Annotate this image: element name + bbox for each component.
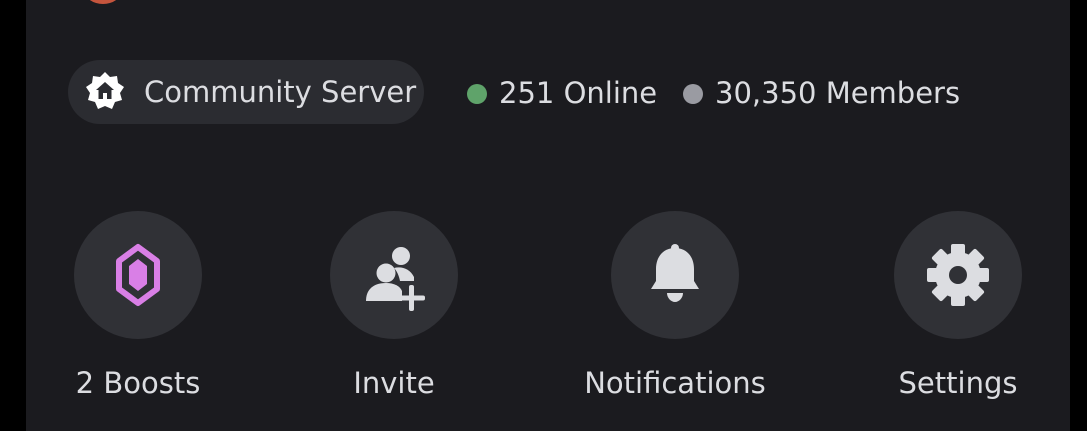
- community-server-label: Community Server: [144, 75, 417, 109]
- community-home-icon: [86, 72, 124, 109]
- community-server-badge[interactable]: Community Server: [68, 60, 424, 124]
- boost-gem-icon: [116, 244, 160, 306]
- invite-label: Invite: [353, 366, 435, 400]
- notifications-button[interactable]: [611, 211, 739, 339]
- add-member-icon: [366, 247, 425, 311]
- member-count: 30,350 Members: [715, 76, 961, 110]
- invite-button[interactable]: [330, 211, 458, 339]
- settings-button[interactable]: [894, 211, 1022, 339]
- boosts-button[interactable]: [74, 211, 202, 339]
- members-status-dot: [683, 84, 703, 104]
- online-count: 251 Online: [499, 76, 658, 110]
- settings-label: Settings: [898, 366, 1018, 400]
- online-status-dot: [467, 84, 487, 104]
- gear-icon: [927, 244, 989, 306]
- boosts-label: 2 Boosts: [75, 366, 201, 400]
- notifications-label: Notifications: [584, 366, 766, 400]
- bell-icon: [651, 244, 699, 302]
